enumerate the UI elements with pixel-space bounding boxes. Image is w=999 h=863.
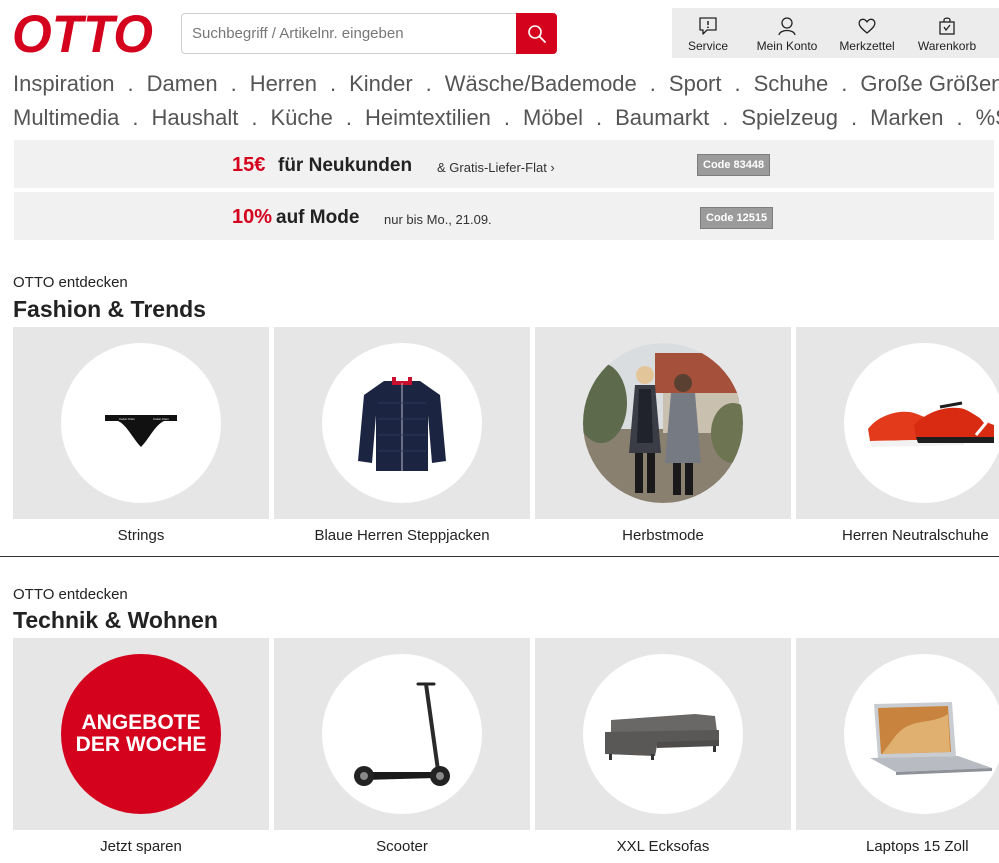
nav-item-heimtextilien[interactable]: Heimtextilien bbox=[365, 105, 491, 130]
nav-item-kinder[interactable]: Kinder bbox=[349, 71, 413, 96]
heart-icon bbox=[858, 18, 876, 34]
account-button[interactable]: Mein Konto bbox=[752, 8, 822, 58]
nav-separator: . bbox=[132, 105, 139, 130]
category-nav-row-2: Multimedia. Haushalt. Küche. Heimtextilien.… bbox=[13, 105, 999, 135]
autumn-fashion-photo bbox=[583, 343, 743, 503]
nav-separator: . bbox=[345, 105, 352, 130]
promo-headline: auf Mode bbox=[276, 207, 360, 228]
section-divider bbox=[0, 556, 999, 557]
cart-label: Warenkorb bbox=[917, 39, 977, 53]
nav-separator: . bbox=[956, 105, 963, 130]
nav-item-baumarkt[interactable]: Baumarkt bbox=[615, 105, 709, 130]
search-icon bbox=[527, 24, 546, 43]
nav-item-haushalt[interactable]: Haushalt bbox=[152, 105, 239, 130]
chevron-right-icon bbox=[974, 721, 988, 747]
tile-label[interactable]: Herren Neutralschuhe bbox=[796, 527, 999, 544]
strings-product-image: Calvin Klein Calvin Klein bbox=[61, 343, 221, 503]
tile-label[interactable]: Strings bbox=[13, 527, 269, 544]
nav-separator: . bbox=[230, 71, 237, 96]
nav-separator: . bbox=[841, 71, 848, 96]
nav-item-schuhe[interactable]: Schuhe bbox=[754, 71, 829, 96]
tile-label[interactable]: Herbstmode bbox=[535, 527, 791, 544]
section-title: Fashion & Trends bbox=[13, 296, 206, 322]
svg-text:OTTO: OTTO bbox=[12, 8, 153, 58]
chevron-right-icon bbox=[974, 410, 988, 436]
jacket-product-image bbox=[322, 343, 482, 503]
nav-item-marken[interactable]: Marken bbox=[870, 105, 943, 130]
deals-badge-text: ANGEBOTE DER WOCHE bbox=[75, 711, 207, 756]
search-bar bbox=[181, 13, 557, 54]
wishlist-button[interactable]: Merkzettel bbox=[835, 8, 899, 58]
tile-running-shoes[interactable] bbox=[796, 327, 999, 519]
tile-laptops[interactable] bbox=[796, 638, 999, 830]
cart-icon bbox=[939, 17, 955, 35]
nav-separator: . bbox=[503, 105, 511, 130]
nav-item-sale[interactable]: %Sale% bbox=[976, 105, 999, 130]
tile-strings[interactable]: Calvin Klein Calvin Klein bbox=[13, 327, 269, 519]
service-label: Service bbox=[687, 39, 728, 53]
nav-separator: . bbox=[127, 71, 134, 96]
nav-item-sport[interactable]: Sport bbox=[669, 71, 722, 96]
nav-separator: . bbox=[734, 71, 741, 96]
tile-weekly-deals[interactable]: ANGEBOTE DER WOCHE bbox=[13, 638, 269, 830]
nav-item-moebel[interactable]: Möbel bbox=[523, 105, 583, 130]
tile-autumn-fashion[interactable] bbox=[535, 327, 791, 519]
nav-item-damen[interactable]: Damen bbox=[147, 71, 218, 96]
promo-subtext: nur bis Mo., 21.09. bbox=[384, 212, 492, 227]
nav-separator: . bbox=[425, 71, 432, 96]
promo-banner-fashion-discount[interactable]: 10% auf Mode nur bis Mo., 21.09. Code 12… bbox=[14, 192, 994, 240]
tile-xxl-sofas[interactable] bbox=[535, 638, 791, 830]
promo-headline: für Neukunden bbox=[278, 155, 413, 176]
nav-item-inspiration[interactable]: Inspiration bbox=[13, 71, 115, 96]
promo-subtext-link[interactable]: & Gratis-Liefer-Flat › bbox=[437, 160, 555, 175]
nav-separator: . bbox=[851, 105, 858, 130]
nav-separator: . bbox=[722, 105, 729, 130]
promo-banner-new-customers[interactable]: 15€ für Neukunden & Gratis-Liefer-Flat ›… bbox=[14, 140, 994, 188]
wishlist-label: Merkzettel bbox=[839, 39, 895, 53]
header: OTTO Service Mein Konto bbox=[0, 0, 999, 66]
tile-label[interactable]: Laptops 15 Zoll bbox=[796, 838, 999, 855]
promo-code-badge: Code 12515 bbox=[700, 207, 774, 229]
deals-badge: ANGEBOTE DER WOCHE bbox=[61, 654, 221, 814]
nav-item-kueche[interactable]: Küche bbox=[270, 105, 332, 130]
service-icon bbox=[699, 17, 717, 35]
otto-logo[interactable]: OTTO bbox=[12, 8, 155, 58]
svg-text:Calvin Klein: Calvin Klein bbox=[153, 417, 169, 421]
tile-blue-jackets[interactable] bbox=[274, 327, 530, 519]
category-nav-row-1: Inspiration. Damen. Herren. Kinder. Wäsche/B… bbox=[13, 71, 999, 101]
nav-item-herren[interactable]: Herren bbox=[250, 71, 317, 96]
scooter-product-image bbox=[322, 654, 482, 814]
nav-separator: . bbox=[251, 105, 258, 130]
nav-separator: . bbox=[595, 105, 603, 130]
nav-item-waesche-bademode[interactable]: Wäsche/Bademode bbox=[445, 71, 637, 96]
search-button[interactable] bbox=[516, 13, 557, 54]
section-title: Technik & Wohnen bbox=[13, 607, 218, 633]
tile-label[interactable]: Blaue Herren Steppjacken bbox=[274, 527, 530, 544]
carousel-next-arrow[interactable] bbox=[966, 393, 996, 453]
carousel-next-arrow[interactable] bbox=[966, 704, 996, 764]
tile-label[interactable]: Jetzt sparen bbox=[13, 838, 269, 855]
promo-amount: 15€ bbox=[232, 154, 266, 176]
nav-separator: . bbox=[329, 71, 337, 96]
nav-item-multimedia[interactable]: Multimedia bbox=[13, 105, 119, 130]
section-eyebrow: OTTO entdecken bbox=[13, 274, 128, 291]
sofa-product-image bbox=[583, 654, 743, 814]
search-input[interactable] bbox=[182, 14, 516, 53]
tile-label[interactable]: XXL Ecksofas bbox=[535, 838, 791, 855]
svg-text:Calvin Klein: Calvin Klein bbox=[119, 417, 135, 421]
header-actions: Service Mein Konto Merkzettel Warenkorb bbox=[672, 8, 999, 58]
promo-code-badge: Code 83448 bbox=[697, 154, 771, 176]
cart-button[interactable]: Warenkorb bbox=[912, 8, 982, 58]
tile-scooter[interactable] bbox=[274, 638, 530, 830]
nav-item-grosse-groessen[interactable]: Große Größen bbox=[860, 71, 999, 96]
account-label: Mein Konto bbox=[756, 39, 818, 53]
user-icon bbox=[778, 17, 796, 36]
section-eyebrow: OTTO entdecken bbox=[13, 586, 128, 603]
promo-amount: 10% bbox=[232, 206, 273, 228]
nav-separator: . bbox=[649, 71, 656, 96]
service-button[interactable]: Service bbox=[680, 8, 736, 58]
tile-label[interactable]: Scooter bbox=[274, 838, 530, 855]
nav-item-spielzeug[interactable]: Spielzeug bbox=[741, 105, 838, 130]
